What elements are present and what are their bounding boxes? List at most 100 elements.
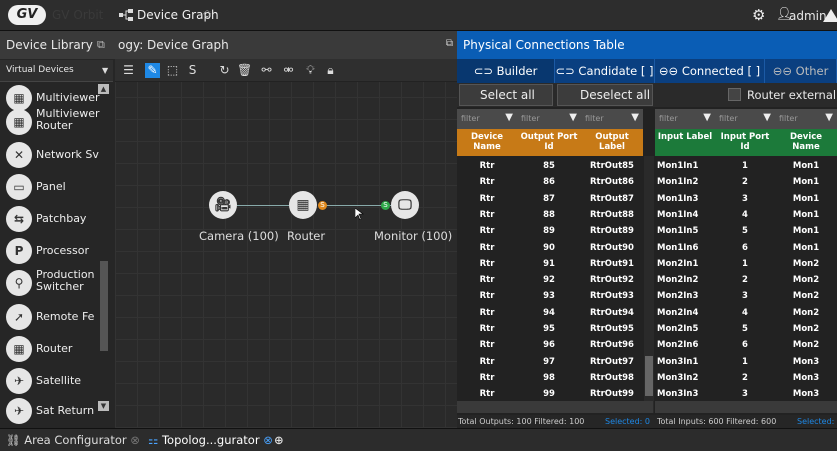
output-label-cell[interactable]: RtrOut94 xyxy=(581,304,643,322)
input-port-cell[interactable]: 3 xyxy=(715,287,775,305)
outputs-hscrollbar[interactable] xyxy=(457,401,653,413)
filter-icon[interactable]: ▼ xyxy=(763,112,771,123)
output-column-header[interactable]: Output Label xyxy=(581,129,643,156)
input-column-header[interactable]: Input Label xyxy=(655,129,715,156)
input-label-cell[interactable]: Mon2In4 xyxy=(657,304,715,322)
alert-icon[interactable] xyxy=(823,9,837,22)
list-view-icon[interactable]: ☰ xyxy=(121,63,136,78)
filter-icon[interactable]: ▼ xyxy=(505,112,513,123)
input-port-cell[interactable]: 2 xyxy=(715,271,775,289)
delete-icon[interactable]: 🗑︎ xyxy=(237,63,252,78)
output-port-cell[interactable]: 88 xyxy=(517,206,581,224)
input-port-cell[interactable]: 3 xyxy=(715,190,775,208)
input-label-cell[interactable]: Mon3In2 xyxy=(657,369,715,387)
output-port-cell[interactable]: 89 xyxy=(517,222,581,240)
device-library-item[interactable]: ✈ Sat Return xyxy=(4,395,104,429)
device-library-item[interactable]: P Processor xyxy=(4,235,104,269)
input-port-cell[interactable]: 1 xyxy=(715,353,775,371)
tab-connected[interactable]: ⊖⊖ Connected [ ] xyxy=(655,59,765,83)
input-label-cell[interactable]: Mon2In2 xyxy=(657,271,715,289)
output-port-cell[interactable]: 90 xyxy=(517,239,581,257)
output-device-cell[interactable]: Rtr xyxy=(457,287,517,305)
input-device-cell[interactable]: Mon1 xyxy=(775,173,837,191)
lightbulb-icon[interactable]: 💡︎ xyxy=(303,63,318,78)
input-label-cell[interactable]: Mon2In1 xyxy=(657,255,715,273)
outputs-scroll-thumb[interactable] xyxy=(645,356,653,396)
input-label-cell[interactable]: Mon2In6 xyxy=(657,336,715,354)
input-device-cell[interactable]: Mon2 xyxy=(775,320,837,338)
output-port-cell[interactable]: 98 xyxy=(517,369,581,387)
input-label-cell[interactable]: Mon1In5 xyxy=(657,222,715,240)
output-label-cell[interactable]: RtrOut87 xyxy=(581,190,643,208)
output-device-cell[interactable]: Rtr xyxy=(457,369,517,387)
lightbulb-icon[interactable]: 💡︎ xyxy=(203,8,211,23)
output-label-cell[interactable]: RtrOut88 xyxy=(581,206,643,224)
output-device-cell[interactable]: Rtr xyxy=(457,271,517,289)
device-library-item[interactable]: ⇆ Patchbay xyxy=(4,203,104,237)
output-port-cell[interactable]: 97 xyxy=(517,353,581,371)
outputs-scrollbar[interactable] xyxy=(644,156,654,413)
monitor-node[interactable]: 🖵︎ xyxy=(391,191,419,219)
draw-link-icon[interactable]: ✎ xyxy=(145,63,160,78)
input-label-cell[interactable]: Mon1In2 xyxy=(657,173,715,191)
filter-icon[interactable]: ▼ xyxy=(569,112,577,123)
output-label-cell[interactable]: RtrOut89 xyxy=(581,222,643,240)
collapse-panel-icon[interactable]: ⧉ xyxy=(97,38,105,52)
auto-link-icon[interactable]: ⚯ xyxy=(259,63,274,78)
input-device-cell[interactable]: Mon2 xyxy=(775,255,837,273)
input-label-cell[interactable]: Mon1In4 xyxy=(657,206,715,224)
output-port-icon[interactable]: S xyxy=(318,201,327,210)
gv-logo[interactable]: GV xyxy=(8,5,46,25)
output-label-cell[interactable]: RtrOut92 xyxy=(581,271,643,289)
column-filter-input[interactable]: filter ▼ xyxy=(581,109,643,129)
input-device-cell[interactable]: Mon1 xyxy=(775,206,837,224)
output-device-cell[interactable]: Rtr xyxy=(457,239,517,257)
lock-icon[interactable]: 🔒︎ xyxy=(323,63,338,78)
filter-icon[interactable]: ▼ xyxy=(631,112,639,123)
input-device-cell[interactable]: Mon1 xyxy=(775,157,837,175)
output-port-cell[interactable]: 96 xyxy=(517,336,581,354)
device-library-item[interactable]: ✕ Network Sv xyxy=(4,139,104,173)
select-all-button[interactable]: Select all xyxy=(459,84,553,106)
output-label-cell[interactable]: RtrOut98 xyxy=(581,369,643,387)
output-port-cell[interactable]: 85 xyxy=(517,157,581,175)
refresh-icon[interactable]: ↻ xyxy=(217,63,232,78)
input-device-cell[interactable]: Mon1 xyxy=(775,190,837,208)
tab-other[interactable]: ⊖⊖ Other xyxy=(765,59,837,83)
input-port-icon[interactable]: S xyxy=(381,201,390,210)
filter-icon[interactable]: ▼ xyxy=(825,112,833,123)
camera-node[interactable]: 🎥︎ xyxy=(209,191,237,219)
input-device-cell[interactable]: Mon2 xyxy=(775,304,837,322)
router-node[interactable]: ▦ xyxy=(289,191,317,219)
device-library-scrollbar[interactable] xyxy=(100,261,108,351)
output-label-cell[interactable]: RtrOut96 xyxy=(581,336,643,354)
scroll-up-icon[interactable]: ▲ xyxy=(98,84,109,94)
input-label-cell[interactable]: Mon2In3 xyxy=(657,287,715,305)
link-icon[interactable]: S xyxy=(185,63,200,78)
input-column-header[interactable]: Input Port Id xyxy=(715,129,775,156)
column-filter-input[interactable]: filter ▼ xyxy=(517,109,581,129)
device-library-item[interactable]: ▭ Panel xyxy=(4,171,104,205)
output-port-cell[interactable]: 92 xyxy=(517,271,581,289)
output-device-cell[interactable]: Rtr xyxy=(457,157,517,175)
column-filter-input[interactable]: filter ▼ xyxy=(715,109,775,129)
column-filter-input[interactable]: filter ▼ xyxy=(457,109,517,129)
input-device-cell[interactable]: Mon2 xyxy=(775,271,837,289)
output-label-cell[interactable]: RtrOut85 xyxy=(581,157,643,175)
input-port-cell[interactable]: 2 xyxy=(715,173,775,191)
output-device-cell[interactable]: Rtr xyxy=(457,320,517,338)
output-port-cell[interactable]: 87 xyxy=(517,190,581,208)
output-label-cell[interactable]: RtrOut86 xyxy=(581,173,643,191)
column-filter-input[interactable]: filter ▼ xyxy=(655,109,715,129)
output-port-cell[interactable]: 91 xyxy=(517,255,581,273)
output-device-cell[interactable]: Rtr xyxy=(457,222,517,240)
input-port-cell[interactable]: 6 xyxy=(715,239,775,257)
connection-line[interactable] xyxy=(237,205,289,206)
gear-icon[interactable]: ⚙ xyxy=(752,6,765,24)
inputs-hscrollbar[interactable] xyxy=(655,401,837,413)
unlink-icon[interactable]: ⚮ xyxy=(281,63,296,78)
input-label-cell[interactable]: Mon1In6 xyxy=(657,239,715,257)
pin-icon[interactable]: ⧉ xyxy=(446,38,453,49)
input-port-cell[interactable]: 1 xyxy=(715,255,775,273)
output-port-cell[interactable]: 94 xyxy=(517,304,581,322)
